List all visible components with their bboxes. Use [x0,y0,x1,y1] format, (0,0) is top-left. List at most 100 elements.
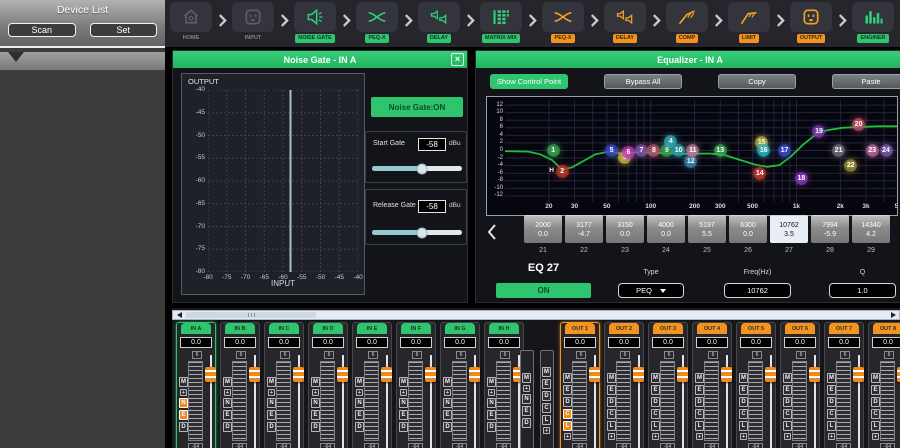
channel-button-out-6-l[interactable]: L [783,421,792,431]
channel-button-out-1-d[interactable]: D [563,397,572,407]
release-gate-value[interactable]: -58 [418,200,446,213]
channel-button-in-b-d[interactable]: D [223,422,232,432]
channel-button-out-4-plus[interactable]: + [696,433,703,440]
spacer-button-e[interactable]: E [542,379,551,389]
fader-handle[interactable] [809,367,820,382]
eq-on-button[interactable]: ON [496,283,591,298]
band-cell-26[interactable]: 63000.0 [729,215,767,243]
channel-tab[interactable]: OUT 3 [653,323,683,334]
eq-point-7[interactable]: 7 [635,144,648,157]
channel-button-in-h-d[interactable]: D [487,422,496,432]
channel-tab[interactable]: OUT 8 [873,323,900,334]
channel-button-in-b-m[interactable]: M [223,377,232,387]
channel-button-in-e-d[interactable]: D [355,422,364,432]
channel-button-out-2-d[interactable]: D [607,397,616,407]
channel-button-in-g-m[interactable]: M [443,377,452,387]
channel-button-out-1-m[interactable]: M [563,373,572,383]
fader-handle[interactable] [381,367,392,382]
channel-button-out-6-c[interactable]: C [783,409,792,419]
prev-bands-button[interactable] [482,219,502,245]
device-list-expander[interactable] [0,52,165,70]
eq-point-24[interactable]: 24 [880,144,893,157]
channel-value[interactable]: 0.0 [652,337,684,348]
fader-handle[interactable] [469,367,480,382]
channel-button-out-7-c[interactable]: C [827,409,836,419]
channel-button-in-a-n[interactable]: N [179,398,188,408]
channel-value[interactable]: 0.0 [312,337,344,348]
channel-button-in-b-plus[interactable]: + [224,389,231,396]
channel-button-out-4-c[interactable]: C [695,409,704,419]
channel-button-out-4-d[interactable]: D [695,397,704,407]
channel-button-in-c-plus[interactable]: + [268,389,275,396]
channel-button-out-8-l[interactable]: L [871,421,880,431]
channel-button-in-g-plus[interactable]: + [444,389,451,396]
channel-button-in-d-e[interactable]: E [311,410,320,420]
channel-button-out-5-e[interactable]: E [739,385,748,395]
start-gate-value[interactable]: -58 [418,138,446,151]
toolbar-item-comp[interactable]: COMP [665,0,709,43]
channel-button-out-4-l[interactable]: L [695,421,704,431]
channel-button-in-f-plus[interactable]: + [400,389,407,396]
channel-button-in-h-plus[interactable]: + [488,389,495,396]
channel-button-out-8-e[interactable]: E [871,385,880,395]
channel-value[interactable]: 0.0 [400,337,432,348]
channel-button-in-d-d[interactable]: D [311,422,320,432]
toolbar-item-home[interactable]: HOME [169,0,213,43]
paste-button[interactable]: Paste [832,74,900,89]
toolbar-item-delay[interactable]: DELAY [603,0,647,43]
show-control-point-button[interactable]: Show Control Point [490,74,568,89]
band-cell-29[interactable]: 143404.2 [852,215,890,243]
band-cell-24[interactable]: 40000.0 [647,215,685,243]
channel-button-out-3-plus[interactable]: + [652,433,659,440]
band-cell-22[interactable]: 3177-4.7 [565,215,603,243]
spacer-button-m[interactable]: M [522,373,531,383]
channel-button-out-7-e[interactable]: E [827,385,836,395]
spacer-button-l[interactable]: L [542,415,551,425]
toolbar-item-enginer[interactable]: ENGINER [851,0,895,43]
channel-button-in-g-n[interactable]: N [443,398,452,408]
eq-point-6[interactable]: 6 [622,146,635,159]
channel-tab[interactable]: IN F [401,323,431,334]
channel-button-out-1-c[interactable]: C [563,409,572,419]
toolbar-item-output[interactable]: OUTPUT [789,0,833,43]
channel-button-in-h-m[interactable]: M [487,377,496,387]
channel-button-out-8-plus[interactable]: + [872,433,879,440]
channel-value[interactable]: 0.0 [740,337,772,348]
channel-button-in-c-m[interactable]: M [267,377,276,387]
bypass-all-button[interactable]: Bypass All [604,74,682,89]
channel-tab[interactable]: OUT 7 [829,323,859,334]
toolbar-item-delay[interactable]: DELAY [417,0,461,43]
channel-button-out-7-plus[interactable]: + [828,433,835,440]
fader-handle[interactable] [425,367,436,382]
channel-tab[interactable]: OUT 5 [741,323,771,334]
channel-button-in-c-e[interactable]: E [267,410,276,420]
channel-value[interactable]: 0.0 [608,337,640,348]
channel-button-out-1-e[interactable]: E [563,385,572,395]
fader-handle[interactable] [677,367,688,382]
channel-button-in-f-m[interactable]: M [399,377,408,387]
band-cell-23[interactable]: 31500.0 [606,215,644,243]
channel-tab[interactable]: OUT 2 [609,323,639,334]
fader-handle[interactable] [249,367,260,382]
noise-gate-on-button[interactable]: Noise Gate:ON [371,97,463,117]
channel-tab[interactable]: IN A [181,323,211,334]
channel-button-out-8-c[interactable]: C [871,409,880,419]
channel-button-out-3-e[interactable]: E [651,385,660,395]
channel-tab[interactable]: OUT 4 [697,323,727,334]
channel-tab[interactable]: IN E [357,323,387,334]
channel-button-out-3-l[interactable]: L [651,421,660,431]
spacer-button-plus[interactable]: + [543,427,550,434]
spacer-button-m[interactable]: M [542,367,551,377]
eq-point-2[interactable]: 2 [556,165,569,178]
channel-button-in-c-d[interactable]: D [267,422,276,432]
fader-handle[interactable] [293,367,304,382]
channel-button-out-5-l[interactable]: L [739,421,748,431]
noise-gate-plot[interactable] [208,90,358,272]
freq-input[interactable]: 10762 [724,283,791,298]
channel-button-in-e-e[interactable]: E [355,410,364,420]
channel-button-in-e-plus[interactable]: + [356,389,363,396]
copy-button[interactable]: Copy [718,74,796,89]
slider-thumb[interactable] [416,163,427,174]
band-cell-21[interactable]: 20000.0 [524,215,562,243]
scan-button[interactable]: Scan [8,23,76,37]
